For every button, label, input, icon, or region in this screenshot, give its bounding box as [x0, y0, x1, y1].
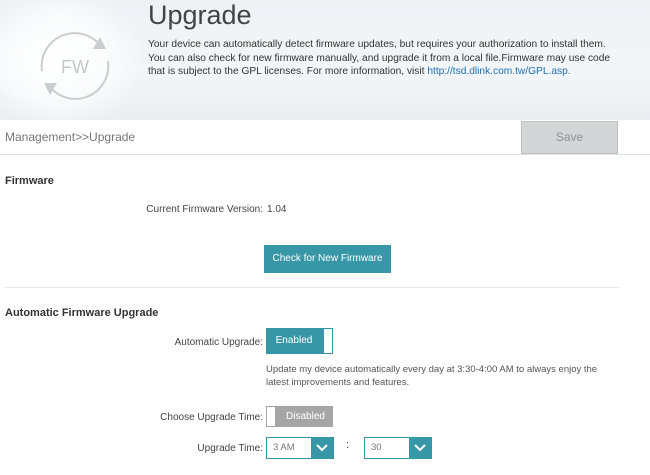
page-description: Your device can automatically detect fir…: [148, 38, 618, 79]
breadcrumb: Management>>Upgrade: [5, 130, 136, 144]
upgrade-minute-value: 30: [371, 442, 382, 453]
upgrade-hour-value: 3 AM: [273, 442, 295, 453]
upgrade-time-label: Upgrade Time:: [197, 443, 263, 454]
section-divider: [5, 287, 619, 288]
chevron-down-icon: [311, 438, 333, 458]
current-firmware-version-value: 1.04: [267, 204, 287, 215]
choose-upgrade-time-toggle[interactable]: Disabled: [266, 406, 333, 427]
current-firmware-version-label: Current Firmware Version:: [146, 204, 263, 215]
page-header: FW Upgrade Your device can automatically…: [0, 0, 650, 130]
auto-upgrade-section-title: Automatic Firmware Upgrade: [5, 307, 159, 319]
upgrade-hour-select[interactable]: 3 AM: [266, 437, 334, 459]
firmware-refresh-icon: FW: [30, 27, 120, 105]
save-button[interactable]: Save: [521, 121, 618, 154]
upgrade-minute-select[interactable]: 30: [364, 437, 432, 459]
toggle-knob: [323, 328, 333, 354]
chevron-down-icon: [409, 438, 431, 458]
gpl-link[interactable]: http://tsd.dlink.com.tw/GPL.asp.: [427, 66, 570, 77]
automatic-upgrade-note: Update my device automatically every day…: [266, 364, 598, 388]
page-title: Upgrade: [148, 0, 252, 30]
automatic-upgrade-toggle[interactable]: Enabled: [266, 328, 333, 354]
choose-upgrade-time-state: Disabled: [286, 411, 325, 422]
automatic-upgrade-label: Automatic Upgrade:: [174, 337, 263, 348]
toggle-knob: [266, 406, 276, 427]
automatic-upgrade-state: Enabled: [275, 335, 313, 346]
fw-icon-text: FW: [61, 57, 89, 77]
choose-upgrade-time-label: Choose Upgrade Time:: [160, 412, 263, 423]
check-new-firmware-button[interactable]: Check for New Firmware: [264, 245, 391, 273]
firmware-section-title: Firmware: [5, 175, 54, 187]
time-separator: :: [346, 439, 350, 451]
